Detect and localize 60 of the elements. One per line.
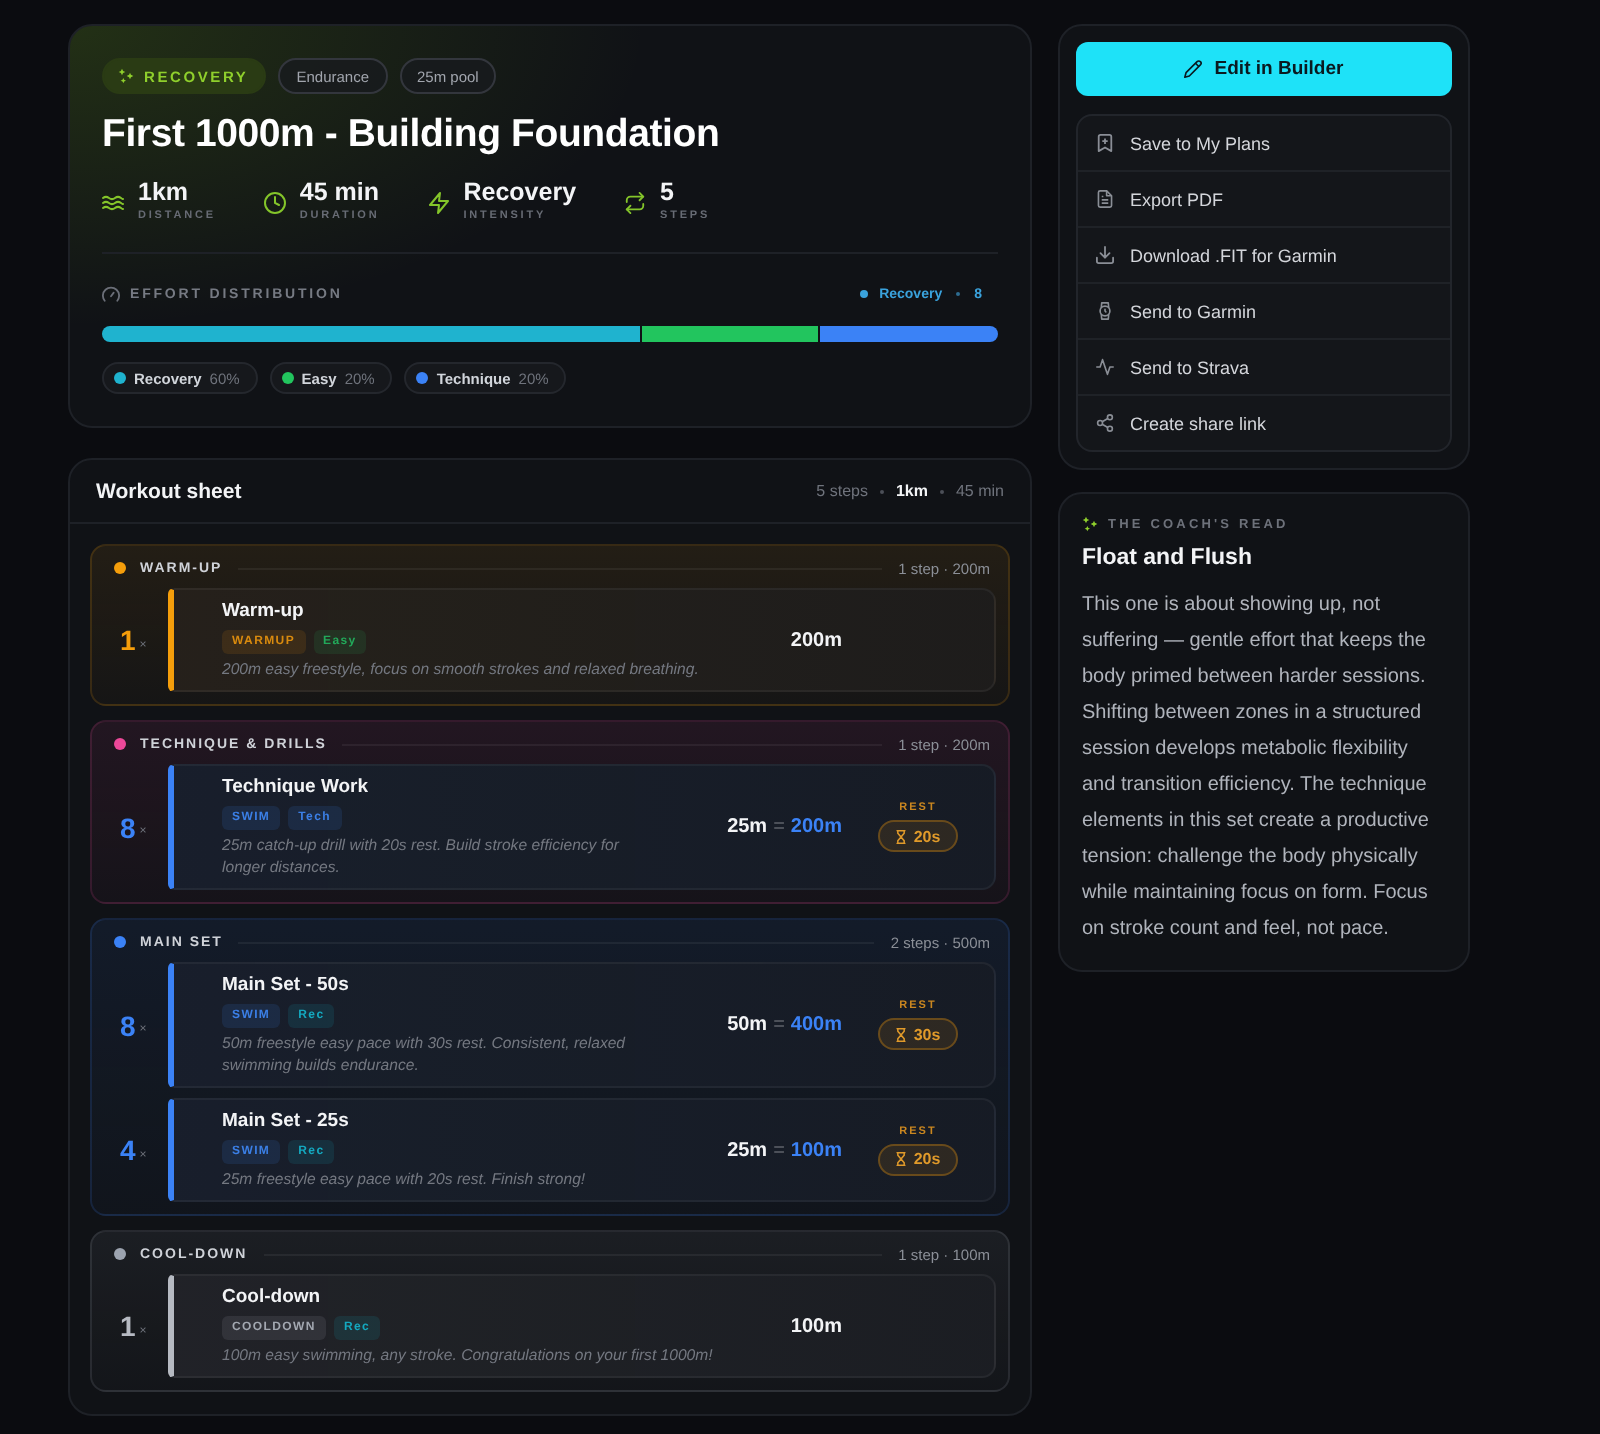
equals-sign: = [773, 1139, 785, 1161]
stat-value: 1km [138, 178, 191, 208]
stat-value: 5 [660, 178, 676, 208]
equals-sign: = [773, 1014, 785, 1036]
bookmark-icon [1096, 134, 1114, 152]
rep-count: 1 [120, 624, 136, 656]
coach-title: Float and Flush [1082, 544, 1254, 572]
clock-icon [263, 191, 286, 213]
rest-time: 30s [913, 1025, 941, 1043]
step-distance: 25m [727, 1139, 768, 1161]
status-dot-icon [859, 290, 868, 298]
action-item[interactable]: Export PDF [1078, 170, 1450, 226]
action-item[interactable]: Download .FIT for Garmin [1078, 226, 1450, 282]
step-title: Cool-down [222, 1286, 323, 1310]
coach-text: This one is about showing up, not suffering — gentle effort that keeps the body primed between harder sessions. Shifting between zones in a structured session develops metabolic flexibility and transition efficiency. The technique elements in this set create a productive tension: challenge the body physically while maintaining focus on form. Focus on stroke count and feel, not pace. [1082, 592, 1431, 944]
repeat-icon [624, 191, 647, 213]
total-duration: 45 min [955, 482, 1004, 500]
workout-title: First 1000m - Building Foundation [102, 110, 722, 160]
rep-count: 8 [120, 1009, 136, 1041]
pencil-icon [1184, 60, 1203, 78]
gauge-icon [102, 286, 120, 302]
watch-icon [1096, 302, 1114, 320]
rep-count: 1 [120, 1310, 136, 1342]
document-icon [1096, 190, 1114, 208]
step-title: Main Set - 50s [222, 974, 351, 998]
waves-icon [102, 191, 124, 213]
rep-count: 4 [120, 1134, 136, 1166]
action-item[interactable]: Send to Strava [1078, 338, 1450, 394]
step-distance: 100m [790, 1315, 842, 1337]
rest-time: 20s [913, 827, 941, 845]
equals-sign: = [773, 816, 785, 838]
sparkle-icon [118, 68, 134, 84]
rest-time: 20s [913, 1150, 941, 1168]
step-distance: 200m [790, 629, 842, 651]
action-item[interactable]: Save to My Plans [1078, 116, 1450, 170]
step-total: 200m [790, 816, 842, 838]
stat-value: Recovery [463, 178, 577, 208]
edit-button[interactable]: Edit in Builder [1076, 42, 1452, 96]
sheet-title: Workout sheet [96, 479, 242, 503]
step-title: Warm-up [222, 600, 306, 624]
step-title: Main Set - 25s [222, 1110, 351, 1134]
hourglass-icon [895, 829, 906, 843]
step-title: Technique Work [222, 776, 371, 800]
hourglass-icon [895, 1027, 906, 1041]
step-count: 5 steps [816, 482, 868, 500]
step-total: 100m [790, 1139, 842, 1161]
rep-count: 8 [120, 811, 136, 843]
step-total: 400m [790, 1014, 842, 1036]
pulse-icon [1096, 358, 1114, 376]
action-item[interactable]: Send to Garmin [1078, 282, 1450, 338]
stat-value: 45 min [299, 178, 380, 208]
sparkle-icon [1082, 516, 1098, 532]
step-distance: 25m [727, 816, 768, 838]
step-distance: 50m [727, 1014, 768, 1036]
action-item[interactable]: Create share link [1078, 394, 1450, 450]
hourglass-icon [895, 1152, 906, 1166]
lightning-icon [427, 191, 450, 213]
total-distance: 1km [895, 482, 928, 500]
download-icon [1096, 246, 1114, 264]
share-icon [1096, 414, 1114, 432]
